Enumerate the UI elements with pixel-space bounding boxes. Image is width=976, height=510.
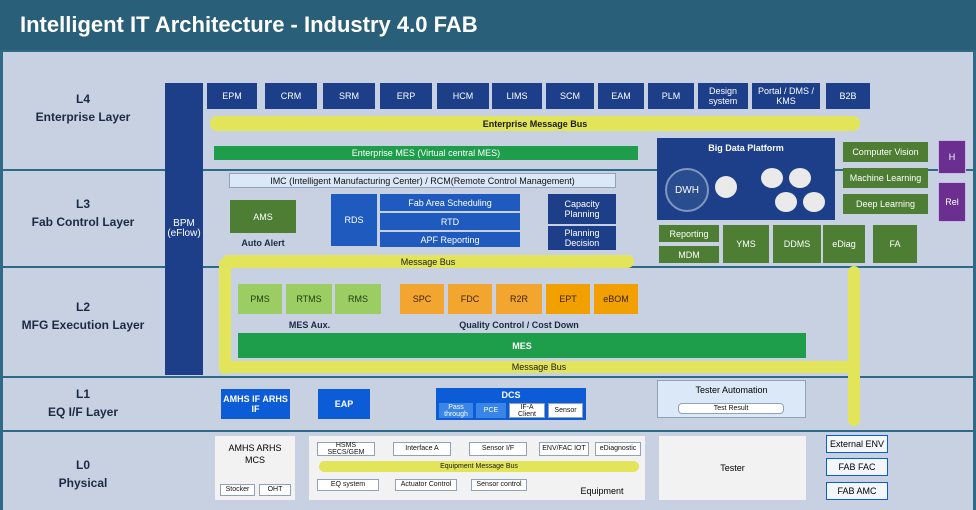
amhs-if: AMHS IF ARHS IF [221,389,290,419]
amhs-title: AMHS ARHS MCS [228,443,282,465]
message-bus-upper: Message Bus [222,255,634,268]
actuator-control: Actuator Control [395,479,457,491]
sys-srm: SRM [323,83,375,109]
message-bus-left-riser [219,258,231,374]
message-bus-right-riser [848,266,860,426]
oht: OHT [259,484,291,496]
amhs-group: AMHS ARHS MCS Stocker OHT [215,436,295,500]
sensor-if: Sensor I/F [469,442,527,456]
big-data-platform: Big Data Platform DWH [657,138,835,220]
sys-crm: CRM [265,83,317,109]
equipment-group: HSMS SECS/GEM Interface A Sensor I/F ENV… [309,436,645,500]
ept: EPT [546,284,590,314]
fab-amc: FAB AMC [826,482,888,500]
monitor-icon [761,168,783,188]
sys-lims: LIMS [492,83,542,109]
sys-hcm: HCM [437,83,489,109]
eq-system: EQ system [317,479,379,491]
fab-area-scheduling: Fab Area Scheduling [380,194,520,211]
env-fac-iot: ENV/FAC IOT [539,442,589,456]
layer-l4-label: L4 Enterprise Layer [35,92,131,124]
fab-fac: FAB FAC [826,458,888,476]
brain-icon [789,168,811,188]
test-result: Test Result [678,403,784,414]
stocker: Stocker [220,484,255,496]
imc-rcm: IMC (Intelligent Manufacturing Center) /… [229,173,616,188]
sys-design: Design system [698,83,748,109]
database-icon [715,176,737,198]
dcs-ifa-client: IF-A Client [509,403,545,418]
tester: Tester [659,436,806,500]
pms: PMS [238,284,282,314]
fdc: FDC [448,284,492,314]
sys-epm: EPM [207,83,257,109]
external-env: External ENV [826,435,888,453]
dcs: DCS Pass through PCE IF-A Client Sensor [436,388,586,420]
sys-eam: EAM [598,83,644,109]
planning-decision: Planning Decision [548,226,616,250]
ddms: DDMS [773,225,821,263]
tag-rel: Rel [938,182,966,222]
documents-icon [775,192,797,212]
apf-reporting: APF Reporting [380,232,520,247]
dcs-sensor: Sensor [548,403,583,418]
tester-automation-label: Tester Automation [695,385,768,395]
spc: SPC [400,284,444,314]
interface-a: Interface A [393,442,451,456]
edit-icon [803,192,825,212]
layer-l0-label: L0 Physical [58,458,108,490]
layer-l3-label: L3 Fab Control Layer [31,197,135,229]
ams: AMS [230,200,296,233]
enterprise-mes: Enterprise MES (Virtual central MES) [214,146,638,160]
fa: FA [873,225,917,263]
hsms-secs-gem: HSMS SECS/GEM [317,442,375,456]
enterprise-message-bus: Enterprise Message Bus [210,116,860,131]
layer-l2-label: L2 MFG Execution Layer [21,300,145,332]
sys-b2b: B2B [826,83,870,109]
rds: RDS [331,194,377,246]
ebom: eBOM [594,284,638,314]
reporting: Reporting [659,225,719,242]
rtms: RTMS [286,284,332,314]
message-bus-lower: Message Bus [222,361,856,373]
quality-control-label: Quality Control / Cost Down [459,320,579,330]
rtd: RTD [380,213,520,230]
mdm: MDM [659,246,719,263]
ediagnostic: eDiagnostic [595,442,641,456]
dcs-pce: PCE [476,403,506,418]
tag-h: H [938,140,966,174]
bpm-column: BPM (eFlow) [165,83,203,375]
equipment-label: Equipment [580,486,624,496]
rms: RMS [335,284,381,314]
page-title: Intelligent IT Architecture - Industry 4… [0,0,976,50]
dcs-title: DCS [501,390,521,400]
mes-aux-label: MES Aux. [288,320,331,330]
capacity-planning: Capacity Planning [548,194,616,224]
sys-erp: ERP [380,83,432,109]
sys-portal: Portal / DMS / KMS [752,83,820,109]
ediag: eDiag [823,225,865,263]
dcs-pass-through: Pass through [439,403,473,418]
sys-scm: SCM [546,83,594,109]
equipment-message-bus: Equipment Message Bus [319,461,639,472]
tester-automation: Tester Automation Test Result [657,380,806,418]
deep-learning: Deep Learning [843,194,928,214]
yms: YMS [723,225,769,263]
layer-l1-label: L1 EQ I/F Layer [47,387,119,419]
r2r: R2R [496,284,542,314]
sys-plm: PLM [648,83,694,109]
machine-learning: Machine Learning [843,168,928,188]
big-data-title: Big Data Platform [708,143,784,153]
eap: EAP [318,389,370,419]
sensor-control: Sensor control [471,479,527,491]
mes: MES [238,333,806,358]
auto-alert-label: Auto Alert [241,238,285,248]
computer-vision: Computer Vision [843,142,928,162]
dwh-icon: DWH [665,168,709,212]
